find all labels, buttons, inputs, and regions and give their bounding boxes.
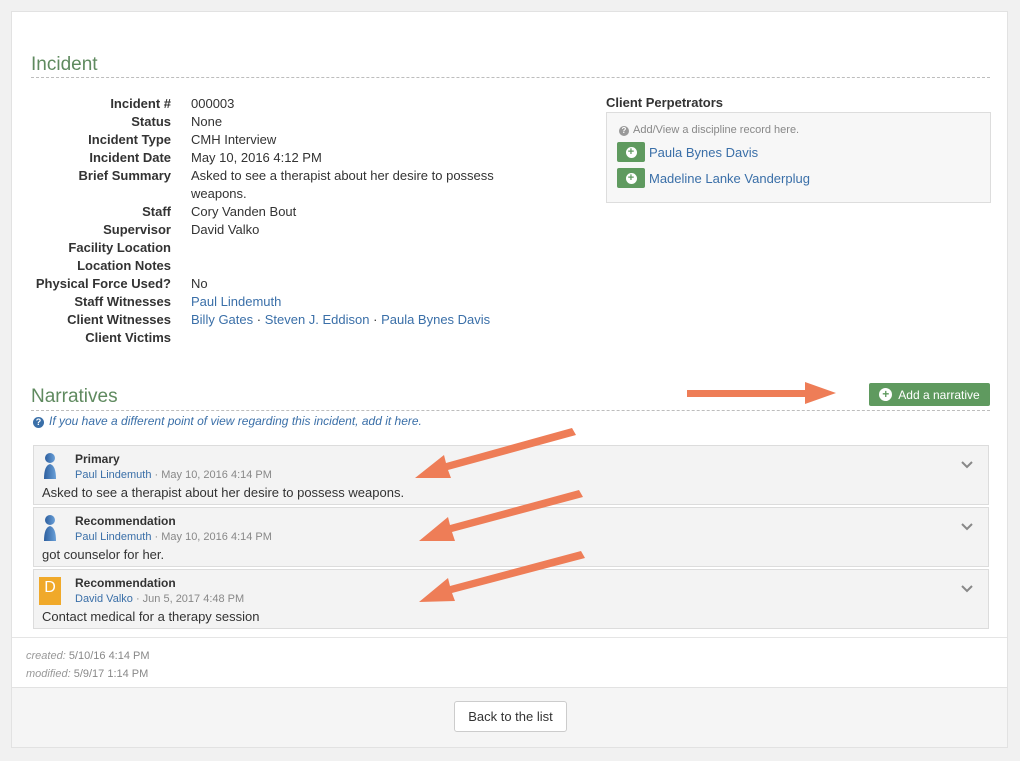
client-witness-link[interactable]: Steven J. Eddison <box>265 312 370 327</box>
back-to-list-button[interactable]: Back to the list <box>454 701 567 732</box>
field-value: David Valko <box>191 222 260 237</box>
field-row-client-witnesses: Client Witnesses Billy Gates · Steven J.… <box>31 311 571 329</box>
author-link[interactable]: Paul Lindemuth <box>75 469 151 481</box>
narrative-title: Recommendation <box>75 576 176 590</box>
field-row-physical-force: Physical Force Used? No <box>31 275 571 293</box>
narratives-section-title: Narratives <box>31 386 118 407</box>
narrative-card[interactable]: Primary Paul Lindemuth · May 10, 2016 4:… <box>33 445 989 505</box>
field-label: Client Victims <box>85 330 171 345</box>
field-row-facility-location: Facility Location <box>31 239 571 257</box>
field-label: Incident Type <box>88 132 171 147</box>
client-perpetrators-hint: ? Add/View a discipline record here. <box>619 124 799 136</box>
incident-divider <box>31 77 990 78</box>
field-row-supervisor: Supervisor David Valko <box>31 221 571 239</box>
modified-stamp: modified: 5/9/17 1:14 PM <box>26 668 149 680</box>
add-discipline-button[interactable]: + <box>617 142 645 162</box>
field-value: Cory Vanden Bout <box>191 204 297 219</box>
field-value: CMH Interview <box>191 132 277 147</box>
field-value: None <box>191 114 223 129</box>
narrative-text: Asked to see a therapist about her desir… <box>42 485 405 500</box>
narrative-date: Jun 5, 2017 4:48 PM <box>142 593 245 605</box>
perpetrator-link[interactable]: Paula Bynes Davis <box>649 145 758 160</box>
field-label: Staff <box>142 204 171 219</box>
incident-section-title: Incident <box>31 54 98 75</box>
field-row-client-victims: Client Victims <box>31 329 571 347</box>
created-stamp: created: 5/10/16 4:14 PM <box>26 650 150 662</box>
question-icon: ? <box>33 417 44 428</box>
field-value: May 10, 2016 4:12 PM <box>191 150 322 165</box>
field-row-incident-type: Incident Type CMH Interview <box>31 131 571 149</box>
add-narrative-label: Add a narrative <box>898 387 980 402</box>
add-discipline-button[interactable]: + <box>617 168 645 188</box>
narrative-meta: Paul Lindemuth · May 10, 2016 4:14 PM <box>75 469 272 481</box>
field-row-incident-number: Incident # 000003 <box>31 95 571 113</box>
field-label: Status <box>131 114 171 129</box>
field-label: Staff Witnesses <box>74 294 171 309</box>
person-icon <box>44 515 56 541</box>
add-narrative-button[interactable]: + Add a narrative <box>869 383 990 406</box>
field-label: Supervisor <box>103 222 171 237</box>
plus-icon: + <box>625 146 637 158</box>
field-value: Asked to see a therapist about her desir… <box>191 168 494 201</box>
field-row-staff: Staff Cory Vanden Bout <box>31 203 571 221</box>
narrative-card[interactable]: D Recommendation David Valko · Jun 5, 20… <box>33 569 989 629</box>
chevron-down-icon[interactable] <box>960 458 974 472</box>
narrative-title: Recommendation <box>75 514 176 528</box>
chevron-down-icon[interactable] <box>960 520 974 534</box>
field-label: Client Witnesses <box>67 312 171 327</box>
perpetrator-item: + Paula Bynes Davis <box>617 142 758 162</box>
footer-bar: Back to the list <box>12 687 1007 747</box>
author-link[interactable]: David Valko <box>75 593 133 605</box>
narrative-text: Contact medical for a therapy session <box>42 609 260 624</box>
narrative-meta: David Valko · Jun 5, 2017 4:48 PM <box>75 593 245 605</box>
incident-panel: Incident Incident # 000003 Status None I… <box>11 11 1008 748</box>
field-label: Brief Summary <box>78 168 171 183</box>
field-value: 000003 <box>191 96 235 111</box>
person-icon <box>44 453 56 479</box>
narrative-card[interactable]: Recommendation Paul Lindemuth · May 10, … <box>33 507 989 567</box>
field-label: Incident # <box>110 96 171 111</box>
narratives-hint: ? If you have a different point of view r… <box>33 414 422 428</box>
client-perpetrators-box: ? Add/View a discipline record here. + Pa… <box>606 112 991 203</box>
chevron-down-icon[interactable] <box>960 582 974 596</box>
client-witness-link[interactable]: Billy Gates <box>191 312 253 327</box>
client-perpetrators-title: Client Perpetrators <box>606 95 724 110</box>
field-value: Billy Gates · Steven J. Eddison · Paula … <box>191 311 490 329</box>
staff-witness-link[interactable]: Paul Lindemuth <box>191 294 281 309</box>
record-stamps: created: 5/10/16 4:14 PM modified: 5/9/1… <box>26 647 150 683</box>
narrative-date: May 10, 2016 4:14 PM <box>161 531 272 543</box>
field-row-staff-witnesses: Staff Witnesses Paul Lindemuth <box>31 293 571 311</box>
question-icon: ? <box>619 126 629 136</box>
field-label: Physical Force Used? <box>35 276 171 291</box>
author-link[interactable]: Paul Lindemuth <box>75 531 151 543</box>
field-row-brief-summary: Brief Summary Asked to see a therapist a… <box>31 167 571 203</box>
client-witness-link[interactable]: Paula Bynes Davis <box>381 312 490 327</box>
plus-icon: + <box>625 172 637 184</box>
field-label: Incident Date <box>89 150 171 165</box>
narrative-meta: Paul Lindemuth · May 10, 2016 4:14 PM <box>75 531 272 543</box>
incident-fields: Incident # 000003 Status None Incident T… <box>31 95 571 347</box>
perpetrator-item: + Madeline Lanke Vanderplug <box>617 168 810 188</box>
hint-text: If you have a different point of view re… <box>49 414 422 428</box>
field-row-location-notes: Location Notes <box>31 257 571 275</box>
narratives-divider <box>31 410 990 411</box>
separator: · <box>369 312 382 327</box>
footer-divider <box>12 637 1007 638</box>
field-value: Paul Lindemuth <box>191 293 281 311</box>
perpetrator-link[interactable]: Madeline Lanke Vanderplug <box>649 171 810 186</box>
hint-text: Add/View a discipline record here. <box>633 124 800 136</box>
field-row-status: Status None <box>31 113 571 131</box>
separator: · <box>253 312 265 327</box>
field-label: Location Notes <box>77 258 171 273</box>
field-value: No <box>191 276 208 291</box>
letter-avatar: D <box>39 577 61 605</box>
field-row-incident-date: Incident Date May 10, 2016 4:12 PM <box>31 149 571 167</box>
narrative-text: got counselor for her. <box>42 547 165 562</box>
narrative-title: Primary <box>75 452 120 466</box>
plus-circle-icon: + <box>879 388 893 401</box>
narrative-date: May 10, 2016 4:14 PM <box>161 469 272 481</box>
field-label: Facility Location <box>68 240 171 255</box>
